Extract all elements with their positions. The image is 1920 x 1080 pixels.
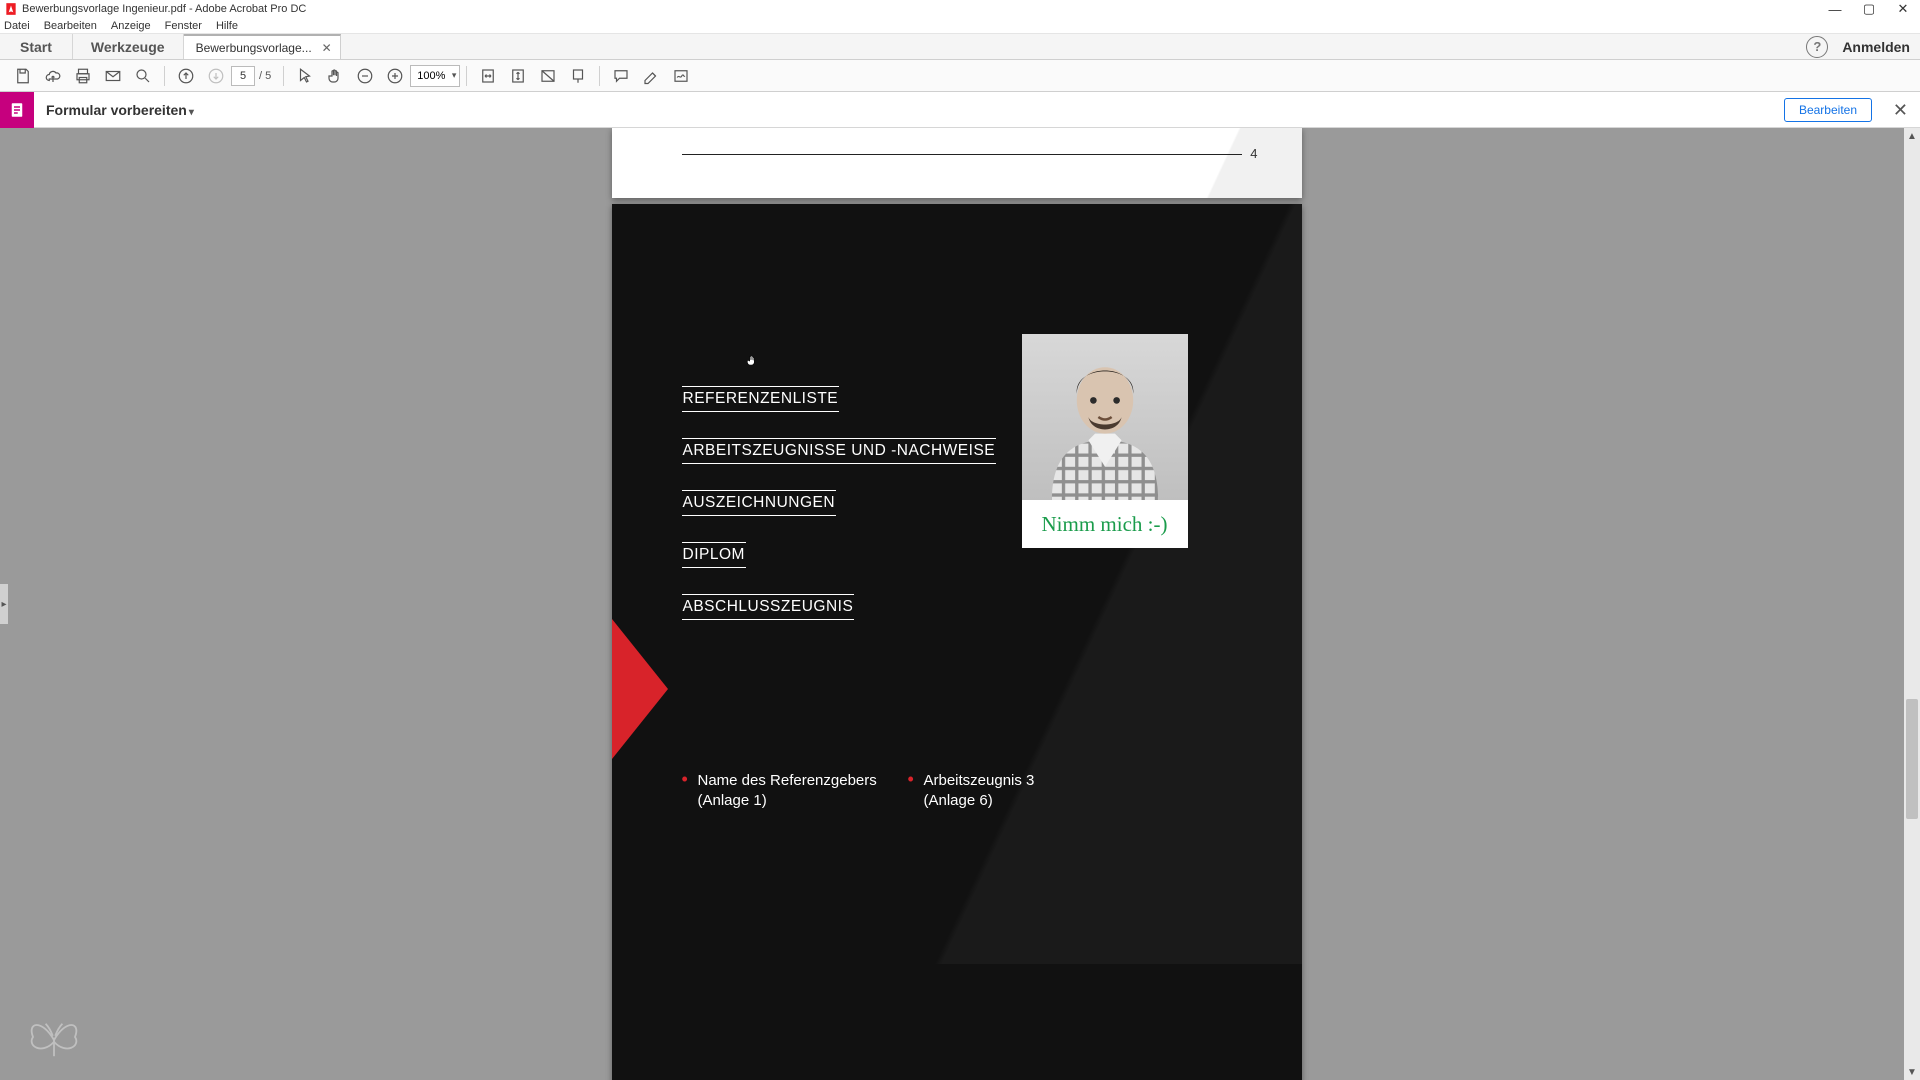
butterfly-watermark-icon [24, 1012, 84, 1062]
heading-auszeichnungen: AUSZEICHNUNGEN [682, 490, 837, 516]
menu-hilfe[interactable]: Hilfe [216, 20, 238, 32]
search-icon[interactable] [130, 63, 156, 89]
menu-fenster[interactable]: Fenster [165, 20, 202, 32]
signature-icon[interactable] [668, 63, 694, 89]
photo-caption: Nimm mich :-) [1022, 500, 1188, 548]
document-viewport: ▸ 4 REFERENZENLISTE ARBEITSZEUGNISSE UND… [0, 128, 1920, 1080]
read-aloud-icon[interactable] [565, 63, 591, 89]
cloud-icon[interactable] [40, 63, 66, 89]
next-page-icon[interactable] [203, 63, 229, 89]
comment-icon[interactable] [608, 63, 634, 89]
heading-arbeitszeugnisse: ARBEITSZEUGNISSE UND -NACHWEISE [682, 438, 997, 464]
acrobat-icon [4, 2, 18, 16]
main-tab-bar: Start Werkzeuge Bewerbungsvorlage... ✕ ?… [0, 34, 1920, 60]
scrollbar-thumb[interactable] [1906, 699, 1918, 819]
toolbar: / 5 100% [0, 60, 1920, 92]
page-4: 4 [612, 128, 1302, 198]
menu-bearbeiten[interactable]: Bearbeiten [44, 20, 97, 32]
zoom-out-icon[interactable] [352, 63, 378, 89]
attachments-list: Name des Referenzgebers (Anlage 1) Arbei… [682, 769, 1134, 809]
zoom-select[interactable]: 100% [410, 65, 460, 87]
page-total-label: / 5 [259, 70, 271, 82]
attachment-right-line2: (Anlage 6) [908, 792, 1134, 809]
document-tab-label: Bewerbungsvorlage... [196, 41, 312, 55]
title-bar: Bewerbungsvorlage Ingenieur.pdf - Adobe … [0, 0, 1920, 18]
tool-strip: Formular vorbereiten▾ Bearbeiten ✕ [0, 92, 1920, 128]
scroll-down-icon[interactable]: ▼ [1904, 1064, 1920, 1080]
fullscreen-icon[interactable] [535, 63, 561, 89]
save-icon[interactable] [10, 63, 36, 89]
heading-abschlusszeugnis: ABSCHLUSSZEUGNIS [682, 594, 855, 620]
tool-name[interactable]: Formular vorbereiten▾ [46, 102, 194, 118]
fit-width-icon[interactable] [475, 63, 501, 89]
applicant-photo-card: Nimm mich :-) [1022, 334, 1188, 548]
page-4-number: 4 [1250, 146, 1257, 161]
attachment-left-line2: (Anlage 1) [682, 792, 908, 809]
highlight-icon[interactable] [638, 63, 664, 89]
tab-start[interactable]: Start [0, 34, 73, 59]
page-number-input[interactable] [231, 66, 255, 86]
print-icon[interactable] [70, 63, 96, 89]
red-triangle-accent [612, 619, 668, 759]
attachment-left-line1: Name des Referenzgebers [682, 769, 908, 792]
pointer-cursor-icon [745, 352, 759, 370]
menu-bar: Datei Bearbeiten Anzeige Fenster Hilfe [0, 18, 1920, 34]
prev-page-icon[interactable] [173, 63, 199, 89]
heading-diplom: DIPLOM [682, 542, 746, 568]
menu-anzeige[interactable]: Anzeige [111, 20, 151, 32]
menu-datei[interactable]: Datei [4, 20, 30, 32]
section-headings: REFERENZENLISTE ARBEITSZEUGNISSE UND -NA… [682, 386, 997, 646]
tab-werkzeuge[interactable]: Werkzeuge [73, 34, 184, 59]
minimize-button[interactable]: — [1818, 0, 1852, 18]
sign-in-link[interactable]: Anmelden [1842, 39, 1910, 55]
fit-page-icon[interactable] [505, 63, 531, 89]
zoom-in-icon[interactable] [382, 63, 408, 89]
maximize-button[interactable]: ▢ [1852, 0, 1886, 18]
close-toolstrip-icon[interactable]: ✕ [1893, 100, 1908, 121]
heading-referenzenliste: REFERENZENLISTE [682, 386, 840, 412]
bearbeiten-button[interactable]: Bearbeiten [1784, 98, 1872, 122]
attachment-right-line1: Arbeitszeugnis 3 [908, 769, 1134, 792]
vertical-scrollbar[interactable]: ▲ ▼ [1904, 128, 1920, 1080]
chevron-down-icon: ▾ [189, 107, 194, 118]
window-title: Bewerbungsvorlage Ingenieur.pdf - Adobe … [22, 3, 1818, 15]
close-tab-icon[interactable]: ✕ [322, 41, 332, 55]
page-5: REFERENZENLISTE ARBEITSZEUGNISSE UND -NA… [612, 204, 1302, 1080]
hand-icon[interactable] [322, 63, 348, 89]
pointer-icon[interactable] [292, 63, 318, 89]
left-panel-toggle[interactable]: ▸ [0, 584, 8, 624]
close-window-button[interactable]: ✕ [1886, 0, 1920, 18]
form-tool-badge-icon[interactable] [0, 92, 34, 128]
document-tab[interactable]: Bewerbungsvorlage... ✕ [184, 34, 341, 59]
scroll-up-icon[interactable]: ▲ [1904, 128, 1920, 144]
mail-icon[interactable] [100, 63, 126, 89]
applicant-photo [1022, 334, 1188, 500]
help-icon[interactable]: ? [1806, 36, 1828, 58]
